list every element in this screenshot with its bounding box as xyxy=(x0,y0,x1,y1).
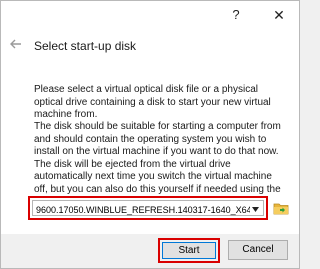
start-button-highlight: Start xyxy=(158,238,220,263)
close-button[interactable]: ✕ xyxy=(263,4,295,26)
disk-select-field[interactable]: 9600.17050.WINBLUE_REFRESH.140317-1640_X… xyxy=(32,200,264,216)
disk-select-dropdown[interactable]: 9600.17050.WINBLUE_REFRESH.140317-1640_X… xyxy=(28,196,268,220)
page-title: Select start-up disk xyxy=(34,39,137,53)
cancel-button[interactable]: Cancel xyxy=(228,240,288,260)
back-arrow-icon[interactable] xyxy=(9,37,23,51)
chevron-down-icon[interactable] xyxy=(252,207,259,212)
start-up-disk-dialog: ? ✕ Select start-up disk Please select a… xyxy=(0,0,300,269)
folder-icon[interactable] xyxy=(273,200,289,216)
disk-select-value: 9600.17050.WINBLUE_REFRESH.140317-1640_X… xyxy=(36,205,250,215)
instruction-text: Please select a virtual optical disk fil… xyxy=(34,84,271,120)
start-button[interactable]: Start xyxy=(162,242,216,259)
titlebar: ? ✕ xyxy=(1,1,299,31)
help-button[interactable]: ? xyxy=(221,4,251,26)
